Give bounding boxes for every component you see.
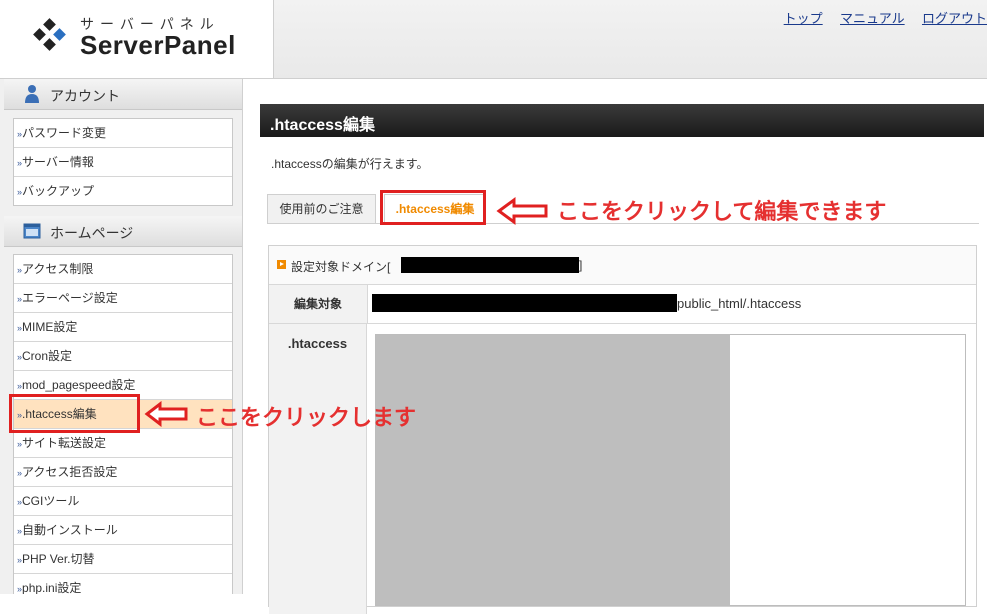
bullet-icon: » xyxy=(17,381,22,391)
bullet-icon: » xyxy=(17,526,22,536)
bullet-icon: » xyxy=(17,187,22,197)
logo-area: サーバーパネル ServerPanel xyxy=(0,0,274,78)
tab-notice[interactable]: 使用前のご注意 xyxy=(267,194,376,224)
sidebar-item-mime[interactable]: » MIME設定 xyxy=(14,313,232,342)
account-menu: » パスワード変更 » サーバー情報 » バックアップ xyxy=(13,118,233,206)
bullet-icon: » xyxy=(17,439,22,449)
htaccess-label: .htaccess xyxy=(269,324,367,614)
sidebar-section-account: アカウント xyxy=(4,79,242,110)
bullet-icon: » xyxy=(17,129,22,139)
logo-icon xyxy=(33,18,66,51)
panel-heading-label: 設定対象ドメイン[ xyxy=(291,260,391,274)
sidebar-item-site-transfer[interactable]: » サイト転送設定 xyxy=(14,429,232,458)
edit-target-value: public_html/.htaccess xyxy=(677,296,802,311)
sidebar-item-auto-install[interactable]: » 自動インストール xyxy=(14,516,232,545)
redacted-path xyxy=(372,294,677,312)
bullet-icon: » xyxy=(17,323,22,333)
bullet-icon: » xyxy=(17,294,22,304)
top-bar: トップ マニュアル ログアウト xyxy=(274,0,987,79)
annotation-tab: ここをクリックして編集できます xyxy=(557,199,887,224)
bullet-icon: » xyxy=(17,158,22,168)
edit-target-label: 編集対象 xyxy=(269,285,368,323)
page-description: .htaccessの編集が行えます。 xyxy=(271,157,429,171)
highlight-box-tab xyxy=(380,190,486,225)
top-links: トップ マニュアル ログアウト xyxy=(770,8,987,27)
panel-heading: 設定対象ドメイン[ ] xyxy=(269,246,976,285)
sidebar-item-server-info[interactable]: » サーバー情報 xyxy=(14,148,232,177)
sidebar-item-php-ini[interactable]: » php.ini設定 xyxy=(14,574,232,594)
sidebar-section-title: アカウント xyxy=(50,88,120,104)
bullet-icon: » xyxy=(17,555,22,565)
sidebar-section-title: ホームページ xyxy=(50,225,134,241)
bullet-icon: » xyxy=(17,352,22,362)
top-link-logout[interactable]: ログアウト xyxy=(922,11,987,26)
user-icon xyxy=(25,85,39,103)
bullet-icon: » xyxy=(17,468,22,478)
redacted-content xyxy=(376,335,730,605)
left-arrow-icon xyxy=(496,197,548,225)
redacted-domain xyxy=(401,257,579,273)
sidebar-item-access-limit[interactable]: » アクセス制限 xyxy=(14,255,232,284)
left-arrow-icon xyxy=(144,401,188,427)
sidebar-item-cgi-tools[interactable]: » CGIツール xyxy=(14,487,232,516)
bullet-icon: » xyxy=(17,584,22,594)
page-title: .htaccess編集 xyxy=(270,117,375,134)
bullet-icon: » xyxy=(17,265,22,275)
highlight-box-sidebar xyxy=(9,394,140,433)
sidebar-item-backup[interactable]: » バックアップ xyxy=(14,177,232,205)
page-title-bar: .htaccess編集 xyxy=(260,104,984,137)
row-divider xyxy=(269,323,976,324)
sidebar-section-homepage: ホームページ xyxy=(4,216,242,247)
arrow-square-icon xyxy=(277,260,286,269)
sidebar: アカウント » パスワード変更 » サーバー情報 » バックアップ ホームページ » ア… xyxy=(0,79,243,594)
sidebar-item-access-deny[interactable]: » アクセス拒否設定 xyxy=(14,458,232,487)
logo-text: ServerPanel xyxy=(80,30,236,60)
annotation-sidebar: ここをクリックします xyxy=(196,405,417,430)
sidebar-item-cron[interactable]: » Cron設定 xyxy=(14,342,232,371)
sidebar-item-error-page[interactable]: » エラーページ設定 xyxy=(14,284,232,313)
panel-heading-suffix: ] xyxy=(579,258,583,272)
sidebar-item-php-version[interactable]: » PHP Ver.切替 xyxy=(14,545,232,574)
sidebar-item-password[interactable]: » パスワード変更 xyxy=(14,119,232,148)
htaccess-textarea[interactable] xyxy=(375,334,966,606)
bullet-icon: » xyxy=(17,497,22,507)
window-icon xyxy=(23,223,41,239)
top-link-manual[interactable]: マニュアル xyxy=(840,11,905,26)
top-link-top[interactable]: トップ xyxy=(784,11,823,26)
